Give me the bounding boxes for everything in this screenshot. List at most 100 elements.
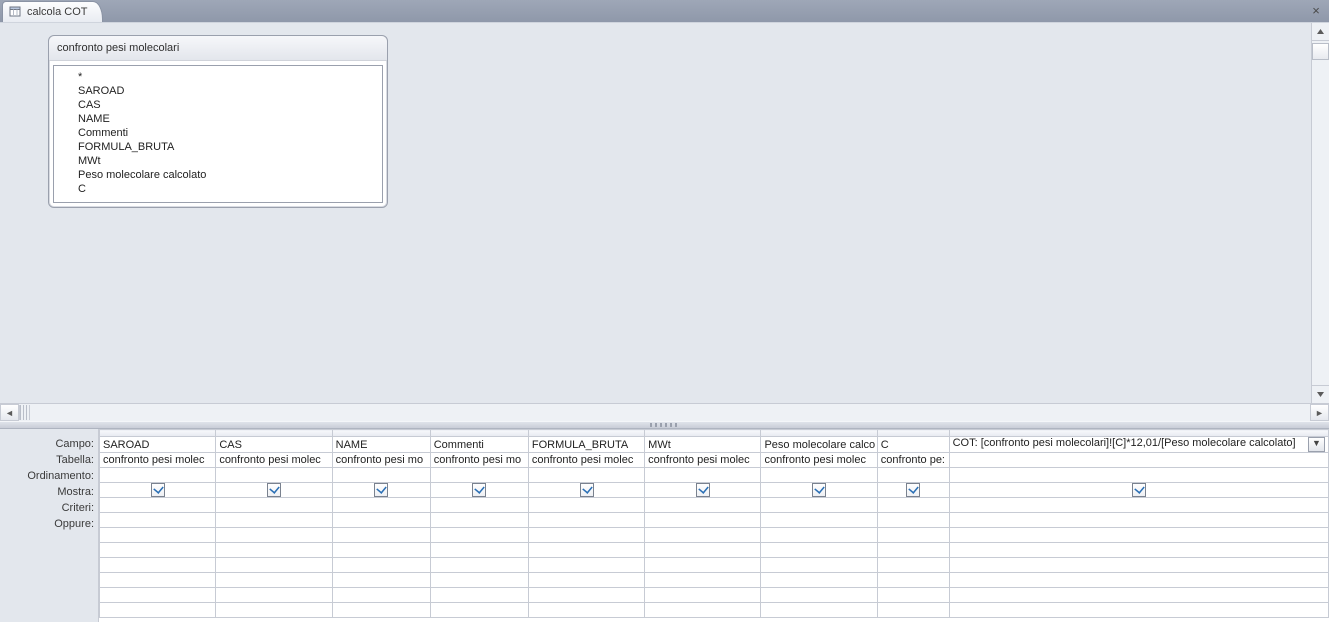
qbe-cell[interactable]: MWt <box>645 437 761 453</box>
qbe-cell[interactable] <box>100 513 216 528</box>
qbe-cell[interactable] <box>528 603 644 618</box>
close-icon[interactable]: × <box>1309 3 1323 17</box>
qbe-cell[interactable] <box>430 483 528 498</box>
qbe-cell[interactable] <box>877 588 949 603</box>
qbe-cell[interactable] <box>332 543 430 558</box>
qbe-cell[interactable] <box>645 543 761 558</box>
qbe-cell[interactable] <box>528 558 644 573</box>
qbe-cell[interactable] <box>949 558 1328 573</box>
document-tab[interactable]: calcola COT <box>2 1 103 22</box>
qbe-cell[interactable] <box>949 573 1328 588</box>
qbe-cell[interactable] <box>430 543 528 558</box>
table-field-list[interactable]: confronto pesi molecolari *SAROADCASNAME… <box>48 35 388 208</box>
qbe-cell[interactable] <box>216 543 332 558</box>
qbe-cell[interactable] <box>332 430 430 437</box>
qbe-cell[interactable] <box>430 430 528 437</box>
qbe-cell[interactable] <box>100 430 216 437</box>
query-design-surface[interactable]: confronto pesi molecolari *SAROADCASNAME… <box>0 22 1329 403</box>
qbe-cell[interactable]: confronto pesi mo <box>332 453 430 468</box>
qbe-cell[interactable] <box>645 468 761 483</box>
qbe-cell[interactable]: FORMULA_BRUTA <box>528 437 644 453</box>
vertical-scrollbar[interactable] <box>1311 23 1329 403</box>
field-list-item[interactable]: * <box>54 70 382 84</box>
qbe-cell[interactable] <box>430 573 528 588</box>
field-list-item[interactable]: FORMULA_BRUTA <box>54 140 382 154</box>
qbe-cell[interactable] <box>877 498 949 513</box>
qbe-cell[interactable] <box>761 573 877 588</box>
qbe-cell[interactable] <box>216 483 332 498</box>
qbe-cell[interactable] <box>430 588 528 603</box>
qbe-cell[interactable] <box>216 528 332 543</box>
show-checkbox[interactable] <box>472 483 486 497</box>
qbe-cell[interactable] <box>528 513 644 528</box>
qbe-cell[interactable] <box>528 468 644 483</box>
qbe-cell[interactable] <box>645 513 761 528</box>
qbe-cell[interactable] <box>100 528 216 543</box>
qbe-cell[interactable] <box>877 543 949 558</box>
qbe-cell[interactable] <box>645 573 761 588</box>
scrollbar-track[interactable] <box>30 405 1310 420</box>
qbe-cell[interactable] <box>332 468 430 483</box>
qbe-cell[interactable] <box>761 603 877 618</box>
qbe-cell[interactable] <box>528 588 644 603</box>
field-list-item[interactable]: Commenti <box>54 126 382 140</box>
qbe-cell[interactable] <box>645 498 761 513</box>
qbe-cell[interactable] <box>949 468 1328 483</box>
qbe-cell[interactable] <box>332 603 430 618</box>
qbe-cell[interactable]: SAROAD <box>100 437 216 453</box>
show-checkbox[interactable] <box>151 483 165 497</box>
qbe-cell[interactable] <box>528 528 644 543</box>
qbe-cell[interactable]: NAME <box>332 437 430 453</box>
qbe-cell[interactable] <box>949 543 1328 558</box>
qbe-cell[interactable] <box>949 430 1328 437</box>
qbe-cell[interactable] <box>528 573 644 588</box>
qbe-cell[interactable] <box>216 588 332 603</box>
qbe-cell[interactable] <box>761 588 877 603</box>
qbe-cell[interactable]: confronto pesi mo <box>430 453 528 468</box>
qbe-cell[interactable] <box>877 513 949 528</box>
qbe-cell[interactable] <box>216 603 332 618</box>
scroll-up-icon[interactable] <box>1312 23 1329 41</box>
qbe-cell[interactable] <box>430 513 528 528</box>
qbe-cell[interactable] <box>100 498 216 513</box>
qbe-cell[interactable]: confronto pesi molec <box>528 453 644 468</box>
qbe-cell[interactable] <box>216 430 332 437</box>
qbe-cell[interactable] <box>216 498 332 513</box>
qbe-columns[interactable]: SAROADCASNAMECommentiFORMULA_BRUTAMWtPes… <box>99 429 1329 622</box>
qbe-cell[interactable]: confronto pesi molec <box>216 453 332 468</box>
qbe-cell[interactable] <box>645 603 761 618</box>
qbe-cell[interactable]: Peso molecolare calco <box>761 437 877 453</box>
show-checkbox[interactable] <box>580 483 594 497</box>
qbe-cell[interactable] <box>216 573 332 588</box>
show-checkbox[interactable] <box>906 483 920 497</box>
qbe-cell[interactable] <box>877 528 949 543</box>
scrollbar-grip[interactable] <box>19 405 30 420</box>
qbe-cell[interactable] <box>100 603 216 618</box>
qbe-cell[interactable] <box>949 528 1328 543</box>
qbe-cell[interactable] <box>877 430 949 437</box>
qbe-cell[interactable] <box>761 468 877 483</box>
qbe-cell[interactable] <box>877 483 949 498</box>
qbe-cell[interactable] <box>332 573 430 588</box>
ruler-toggle-icon[interactable] <box>1312 43 1329 60</box>
qbe-cell[interactable] <box>528 543 644 558</box>
qbe-cell[interactable] <box>332 483 430 498</box>
qbe-cell[interactable] <box>430 603 528 618</box>
qbe-cell[interactable] <box>949 513 1328 528</box>
qbe-cell[interactable]: CAS <box>216 437 332 453</box>
scroll-right-icon[interactable]: ► <box>1310 404 1329 421</box>
show-checkbox[interactable] <box>374 483 388 497</box>
scroll-down-icon[interactable] <box>1312 385 1329 403</box>
pane-splitter[interactable] <box>0 421 1329 429</box>
qbe-cell[interactable] <box>100 573 216 588</box>
scroll-left-icon[interactable]: ◄ <box>0 404 19 421</box>
qbe-cell[interactable] <box>216 468 332 483</box>
qbe-cell[interactable]: confronto pesi molec <box>761 453 877 468</box>
qbe-cell[interactable] <box>528 483 644 498</box>
qbe-cell[interactable] <box>100 558 216 573</box>
qbe-cell[interactable] <box>761 430 877 437</box>
qbe-cell[interactable] <box>430 468 528 483</box>
qbe-cell[interactable] <box>332 498 430 513</box>
field-list-item[interactable]: SAROAD <box>54 84 382 98</box>
show-checkbox[interactable] <box>267 483 281 497</box>
